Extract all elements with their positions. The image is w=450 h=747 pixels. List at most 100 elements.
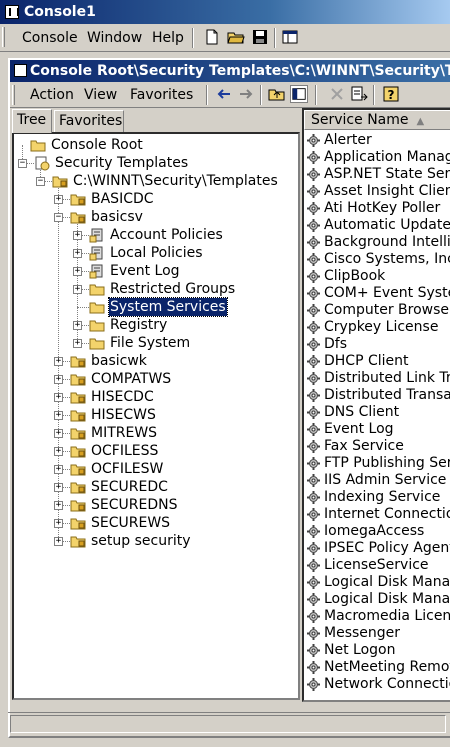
main-title-bar[interactable]: Console1 [0, 0, 450, 24]
template-icon [70, 425, 86, 441]
service-name: NetMeeting Remote [324, 659, 450, 675]
service-gear-icon [306, 235, 321, 250]
service-name: Alerter [324, 132, 372, 148]
expand-icon[interactable]: + [73, 249, 82, 258]
tree-node-label: setup security [91, 533, 191, 549]
expand-icon[interactable]: + [54, 357, 63, 366]
template-icon [70, 515, 86, 531]
collapse-icon[interactable]: − [36, 177, 45, 186]
child-app-icon[interactable] [14, 64, 27, 77]
tree-node-label: OCFILESS [91, 443, 159, 459]
service-gear-icon [306, 269, 321, 284]
service-gear-icon [306, 150, 321, 165]
expand-icon[interactable]: + [54, 537, 63, 546]
actionbar-grip[interactable] [12, 85, 15, 105]
tree-node-label: SECUREDNS [91, 497, 178, 513]
tab-favorites[interactable]: Favorites [54, 110, 124, 132]
template-icon [70, 371, 86, 387]
expand-icon[interactable]: + [54, 429, 63, 438]
service-name: Messenger [324, 625, 401, 641]
menu-action[interactable]: Action [30, 85, 74, 105]
template-icon [70, 353, 86, 369]
expand-icon[interactable]: + [54, 195, 63, 204]
delete-icon[interactable] [328, 85, 346, 103]
expand-icon[interactable]: + [73, 285, 82, 294]
mmc-app-icon[interactable] [5, 5, 19, 19]
service-gear-icon [306, 609, 321, 624]
tree-node-label: Console Root [51, 137, 143, 153]
service-gear-icon [306, 592, 321, 607]
expand-icon[interactable]: + [54, 393, 63, 402]
service-gear-icon [306, 626, 321, 641]
expand-icon[interactable]: + [54, 411, 63, 420]
expand-icon[interactable]: + [73, 339, 82, 348]
column-header-service-name[interactable]: Service Name ▲ [304, 110, 450, 130]
collapse-icon[interactable]: − [18, 159, 27, 168]
service-name: IomegaAccess [324, 523, 425, 539]
service-gear-icon [306, 320, 321, 335]
expand-icon[interactable]: + [73, 321, 82, 330]
svg-text:?: ? [388, 88, 395, 102]
service-name: Ati HotKey Poller [324, 200, 441, 216]
service-gear-icon [306, 660, 321, 675]
menubar-grip[interactable] [2, 27, 5, 47]
expand-icon[interactable]: + [54, 465, 63, 474]
save-icon[interactable] [251, 28, 269, 46]
template-icon [70, 407, 86, 423]
expand-icon[interactable]: + [54, 501, 63, 510]
expand-icon[interactable]: + [73, 231, 82, 240]
tree-node-label: COMPATWS [91, 371, 172, 387]
menu-help[interactable]: Help [152, 28, 184, 48]
window-title: Console1 [24, 4, 96, 20]
menu-console[interactable]: Console [22, 28, 78, 48]
new-window-icon[interactable] [281, 28, 299, 46]
service-gear-icon [306, 218, 321, 233]
open-folder-icon[interactable] [227, 28, 245, 46]
child-title-bar[interactable]: Console Root\Security Templates\C:\WINNT… [10, 60, 450, 82]
policy-icon [89, 245, 105, 261]
toolbar-separator [260, 85, 262, 105]
template-icon [70, 389, 86, 405]
service-gear-icon [306, 388, 321, 403]
service-name: Logical Disk Manage [324, 574, 450, 590]
expand-icon[interactable]: + [54, 483, 63, 492]
help-icon[interactable]: ? [382, 85, 400, 103]
export-list-icon[interactable] [350, 85, 368, 103]
tree-node-label: basicsv [91, 209, 143, 225]
service-name: Distributed Transact [324, 387, 450, 403]
new-document-icon[interactable] [203, 28, 221, 46]
template-icon [70, 533, 86, 549]
service-name: DNS Client [324, 404, 400, 420]
menu-window[interactable]: Window [87, 28, 142, 48]
collapse-icon[interactable]: − [54, 213, 63, 222]
services-list-pane[interactable]: Service Name▲ AlerterApplication Manager… [302, 108, 450, 702]
service-name: Net Logon [324, 642, 396, 658]
service-gear-icon [306, 507, 321, 522]
up-one-level-icon[interactable] [268, 85, 286, 103]
expand-icon[interactable]: + [54, 519, 63, 528]
expand-icon[interactable]: + [54, 447, 63, 456]
service-name: DHCP Client [324, 353, 409, 369]
forward-arrow-icon[interactable] [237, 85, 255, 103]
tree-pane[interactable]: Console Root Security Templates − C:\WINNT\… [12, 132, 300, 700]
back-arrow-icon[interactable] [215, 85, 233, 103]
policy-icon [89, 227, 105, 243]
folder-icon [89, 335, 105, 351]
console-menubar: Console Window Help [0, 24, 450, 52]
tree-node-label: Registry [110, 317, 168, 333]
menu-view[interactable]: View [84, 85, 117, 105]
service-gear-icon [306, 643, 321, 658]
tree-node-label: Account Policies [110, 227, 223, 243]
expand-icon[interactable]: + [54, 375, 63, 384]
service-gear-icon [306, 677, 321, 692]
expand-icon[interactable]: + [73, 267, 82, 276]
tree-node-label: SECUREDC [91, 479, 168, 495]
service-name: ClipBook [324, 268, 386, 284]
service-name: Network Connections [324, 676, 450, 692]
tab-tree[interactable]: Tree [12, 109, 52, 133]
tree-node-label: Security Templates [55, 155, 189, 171]
menu-favorites[interactable]: Favorites [130, 85, 193, 105]
service-name: Asset Insight Client [324, 183, 450, 199]
show-hide-tree-icon[interactable] [290, 85, 308, 103]
toolbar-separator [315, 85, 317, 105]
